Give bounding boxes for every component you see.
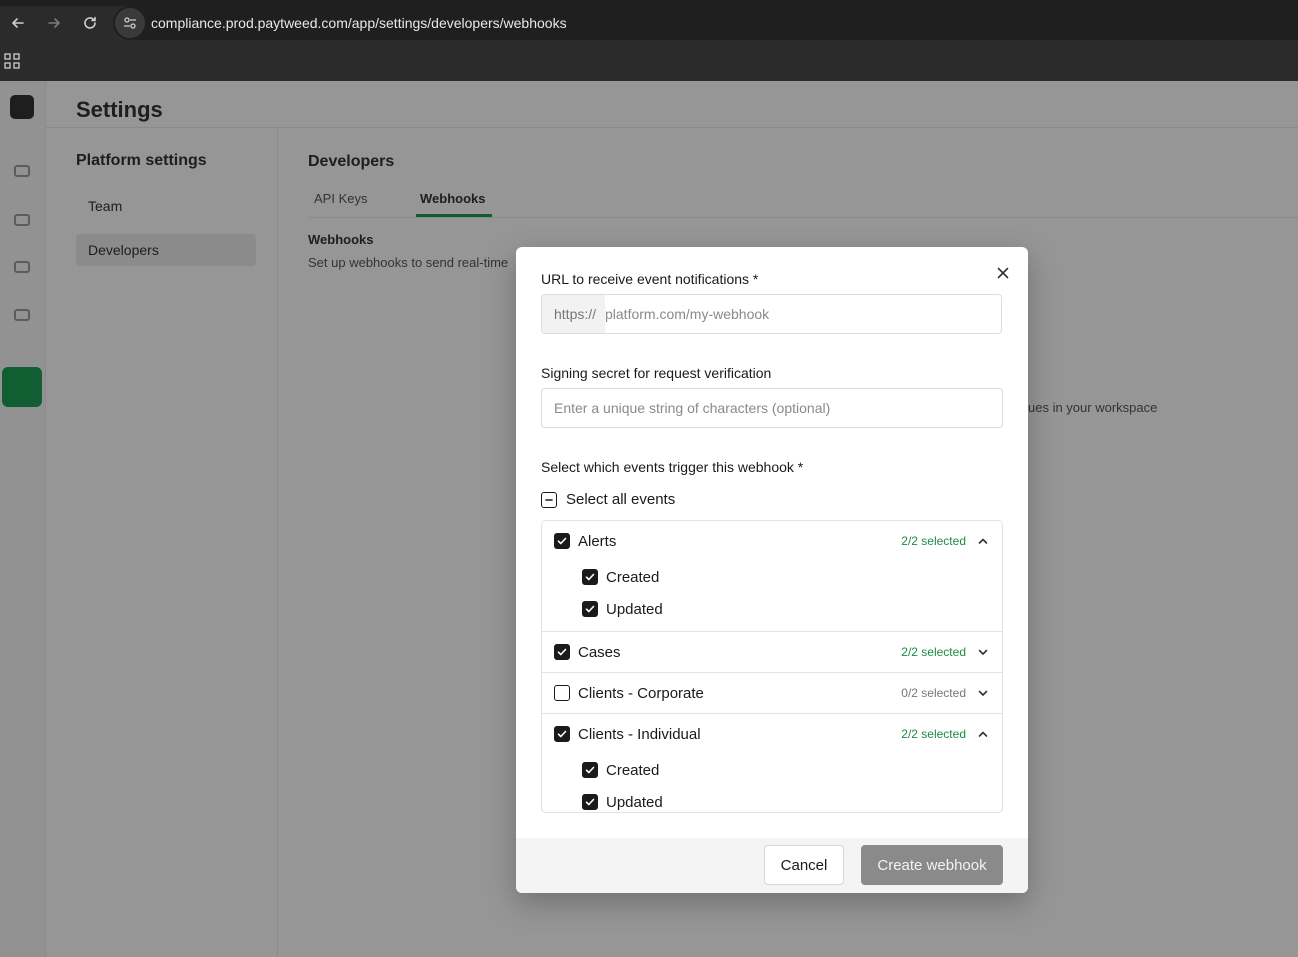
- group-title: Alerts: [578, 532, 617, 550]
- url-field-label: URL to receive event notifications *: [541, 271, 759, 287]
- group-checkbox[interactable]: [554, 644, 570, 660]
- url-prefix: https://: [542, 295, 605, 333]
- url-field[interactable]: https://: [541, 294, 1002, 334]
- event-checkbox[interactable]: [582, 794, 598, 810]
- address-bar[interactable]: compliance.prod.paytweed.com/app/setting…: [113, 6, 1298, 40]
- check-icon: [557, 730, 567, 738]
- events-field-label: Select which events trigger this webhook…: [541, 459, 804, 475]
- event-group-children: Created Updated: [542, 561, 1002, 631]
- secret-field-label: Signing secret for request verification: [541, 365, 772, 381]
- select-all-label: Select all events: [566, 491, 676, 508]
- url-text[interactable]: compliance.prod.paytweed.com/app/setting…: [151, 15, 567, 31]
- event-item-clients-individual-updated[interactable]: Updated: [542, 786, 1002, 812]
- secret-field[interactable]: [541, 388, 1003, 428]
- event-group-clients-corporate: Clients - Corporate 0/2 selected: [542, 673, 1002, 714]
- selected-count: 0/2 selected: [901, 686, 966, 700]
- selected-count: 2/2 selected: [901, 534, 966, 548]
- arrow-left-icon: [12, 18, 24, 28]
- arrow-right-icon: [48, 18, 60, 28]
- check-icon: [585, 766, 595, 774]
- group-checkbox[interactable]: [554, 726, 570, 742]
- event-groups: Alerts 2/2 selected Created Updated Case…: [541, 520, 1003, 813]
- event-label: Updated: [606, 793, 663, 811]
- create-webhook-button[interactable]: Create webhook: [861, 845, 1003, 885]
- event-checkbox[interactable]: [582, 569, 598, 585]
- reload-button[interactable]: [72, 6, 108, 40]
- event-group-alerts: Alerts 2/2 selected Created Updated: [542, 521, 1002, 632]
- forward-button[interactable]: [36, 6, 72, 40]
- group-checkbox[interactable]: [554, 685, 570, 701]
- event-group-clients-individual: Clients - Individual 2/2 selected Create…: [542, 714, 1002, 812]
- cancel-button[interactable]: Cancel: [764, 845, 844, 885]
- event-group-children: Created Updated: [542, 754, 1002, 812]
- check-icon: [585, 798, 595, 806]
- group-title: Clients - Corporate: [578, 684, 704, 702]
- event-checkbox[interactable]: [582, 601, 598, 617]
- event-group-header[interactable]: Clients - Corporate 0/2 selected: [542, 673, 1002, 713]
- event-label: Updated: [606, 600, 663, 618]
- back-button[interactable]: [0, 6, 36, 40]
- selected-count: 2/2 selected: [901, 727, 966, 741]
- url-input[interactable]: [605, 295, 1001, 333]
- event-group-header[interactable]: Cases 2/2 selected: [542, 632, 1002, 672]
- event-item-alerts-created[interactable]: Created: [542, 561, 1002, 593]
- check-icon: [585, 605, 595, 613]
- select-all-events[interactable]: Select all events: [541, 491, 675, 508]
- event-group-header[interactable]: Clients - Individual 2/2 selected: [542, 714, 1002, 754]
- site-settings-icon[interactable]: [115, 8, 145, 38]
- check-icon: [585, 573, 595, 581]
- event-item-alerts-updated[interactable]: Updated: [542, 593, 1002, 625]
- chevron-up-icon[interactable]: [976, 534, 990, 548]
- event-group-cases: Cases 2/2 selected: [542, 632, 1002, 673]
- event-checkbox[interactable]: [582, 762, 598, 778]
- close-button[interactable]: [995, 265, 1011, 281]
- bookmarks-bar: [0, 40, 1298, 81]
- reload-icon: [84, 16, 96, 29]
- chevron-up-icon[interactable]: [976, 727, 990, 741]
- event-group-header[interactable]: Alerts 2/2 selected: [542, 521, 1002, 561]
- chevron-down-icon[interactable]: [976, 686, 990, 700]
- check-icon: [557, 648, 567, 656]
- indeterminate-checkbox[interactable]: [541, 491, 557, 508]
- group-title: Cases: [578, 643, 621, 661]
- secret-input[interactable]: [542, 389, 1002, 427]
- browser-toolbar: compliance.prod.paytweed.com/app/setting…: [0, 6, 1298, 40]
- event-label: Created: [606, 568, 660, 586]
- create-webhook-dialog: URL to receive event notifications * htt…: [516, 247, 1028, 893]
- close-icon: [997, 267, 1009, 279]
- chevron-down-icon[interactable]: [976, 645, 990, 659]
- dialog-footer: Cancel Create webhook: [516, 838, 1028, 893]
- apps-grid-icon[interactable]: [4, 52, 20, 69]
- group-title: Clients - Individual: [578, 725, 701, 743]
- check-icon: [557, 537, 567, 545]
- event-item-clients-individual-created[interactable]: Created: [542, 754, 1002, 786]
- minus-icon: [545, 498, 553, 501]
- selected-count: 2/2 selected: [901, 645, 966, 659]
- event-label: Created: [606, 761, 660, 779]
- group-checkbox[interactable]: [554, 533, 570, 549]
